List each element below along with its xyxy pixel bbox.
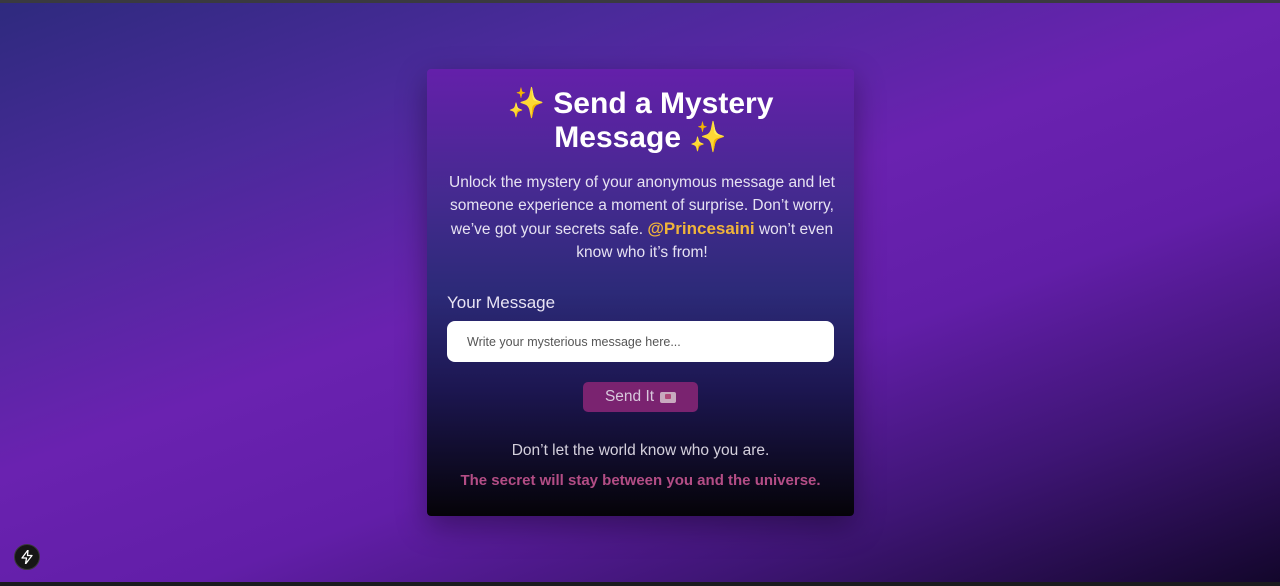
mystery-message-card: ✨ Send a Mystery Message ✨ Unlock the my… (427, 69, 854, 516)
recipient-handle: @Princesaini (647, 219, 755, 238)
dev-tools-badge[interactable] (14, 544, 40, 570)
send-button[interactable]: Send It (583, 382, 698, 412)
title-text: Send a Mystery Message (553, 87, 774, 154)
sparkle-icon: ✨ (689, 121, 727, 154)
send-button-label: Send It (604, 388, 655, 405)
intro-text: Unlock the mystery of your anonymous mes… (447, 171, 837, 264)
message-label: Your Message (447, 293, 556, 312)
message-input[interactable] (447, 321, 834, 362)
browser-bottom-bar (0, 582, 1280, 586)
sparkle-icon: ✨ (507, 87, 545, 120)
mail-icon (660, 391, 677, 403)
browser-top-bar (0, 0, 1280, 3)
page-title: ✨ Send a Mystery Message ✨ (491, 87, 791, 155)
secret-note: The secret will stay between you and the… (460, 472, 821, 489)
bolt-icon (21, 550, 33, 564)
anonymity-note: Don’t let the world know who you are. (511, 442, 770, 459)
